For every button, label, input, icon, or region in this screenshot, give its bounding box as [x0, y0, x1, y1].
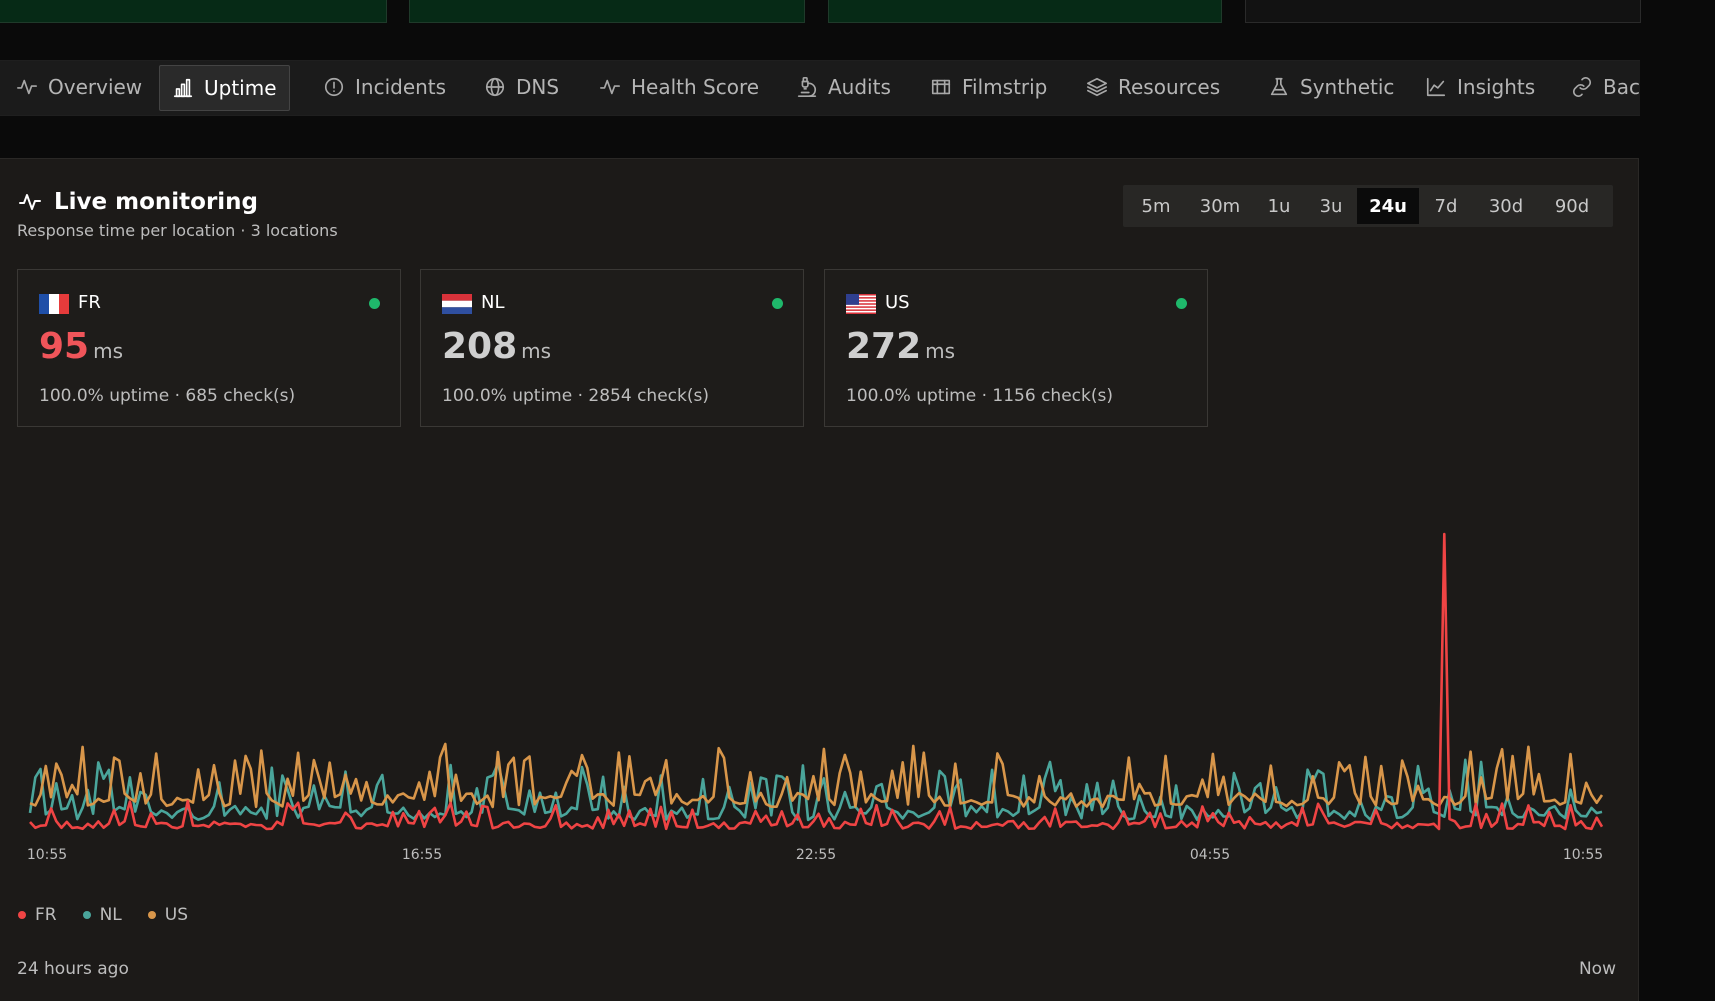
us-series-line — [29, 742, 1604, 809]
top-summary-cards — [0, 0, 1641, 24]
netherlands-flag-icon — [442, 294, 472, 314]
tab-health-score[interactable]: Health Score — [587, 65, 771, 109]
tab-uptime[interactable]: Uptime — [159, 65, 290, 111]
chart-end-label: Now — [1578, 959, 1616, 979]
live-monitoring-panel: Live monitoring Response time per locati… — [0, 158, 1639, 1001]
location-code: NL — [481, 292, 505, 313]
response-time-number: 272 — [846, 326, 922, 367]
tab-label: Health Score — [631, 75, 760, 99]
summary-card — [0, 0, 387, 23]
panel-title-text: Live monitoring — [54, 189, 259, 215]
range-7d[interactable]: 7d — [1419, 188, 1473, 224]
response-time-number: 95 — [39, 326, 90, 367]
range-30d[interactable]: 30d — [1473, 188, 1539, 224]
tab-label: Bac — [1603, 75, 1640, 99]
response-time-unit: ms — [925, 339, 956, 363]
legend-item-nl: NL — [82, 905, 122, 925]
status-dot — [369, 298, 380, 309]
location-card-fr[interactable]: FR 95 ms 100.0% uptime · 685 check(s) — [17, 269, 401, 427]
range-90d[interactable]: 90d — [1539, 188, 1605, 224]
line-chart-icon — [1426, 77, 1446, 97]
x-tick-label: 22:55 — [796, 847, 836, 863]
tab-label: Overview — [48, 75, 143, 99]
tab-label: Synthetic — [1300, 75, 1395, 99]
summary-card — [409, 0, 805, 23]
range-5m[interactable]: 5m — [1125, 188, 1187, 224]
legend-label: FR — [35, 905, 57, 925]
location-card-us[interactable]: US 272 ms 100.0% uptime · 1156 check(s) — [824, 269, 1208, 427]
uptime-meta: 100.0% uptime · 685 check(s) — [39, 386, 296, 406]
response-time-chart: 10:55 16:55 22:55 04:55 10:55 — [27, 532, 1604, 863]
panel-title: Live monitoring — [18, 189, 258, 215]
location-card-nl[interactable]: NL 208 ms 100.0% uptime · 2854 check(s) — [420, 269, 804, 427]
film-icon — [931, 79, 951, 95]
france-flag-icon — [39, 294, 69, 314]
legend-label: NL — [99, 905, 122, 925]
x-tick-label: 10:55 — [27, 847, 67, 863]
legend-label: US — [164, 905, 189, 925]
x-tick-label: 10:55 — [1563, 847, 1603, 863]
legend-item-us: US — [147, 905, 189, 925]
tab-insights[interactable]: Insights — [1413, 65, 1547, 109]
chart-legend: FR NL US — [18, 905, 188, 925]
tab-dns[interactable]: DNS — [472, 65, 571, 109]
summary-card — [828, 0, 1222, 23]
uptime-meta: 100.0% uptime · 1156 check(s) — [846, 386, 1113, 406]
response-time-value: 272 ms — [846, 326, 955, 367]
response-time-unit: ms — [93, 339, 124, 363]
tab-overview[interactable]: Overview — [4, 65, 154, 109]
tab-label: Filmstrip — [962, 75, 1048, 99]
uptime-meta: 100.0% uptime · 2854 check(s) — [442, 386, 709, 406]
globe-icon — [485, 77, 505, 97]
panel-subtitle: Response time per location · 3 locations — [17, 221, 338, 240]
tab-bar: Overview Uptime Incidents DNS Health Sco… — [0, 60, 1640, 116]
tab-label: DNS — [516, 75, 560, 99]
tab-incidents[interactable]: Incidents — [311, 65, 458, 109]
status-dot — [1176, 298, 1187, 309]
range-1u[interactable]: 1u — [1253, 188, 1305, 224]
legend-dot — [147, 911, 156, 919]
tab-synthetic[interactable]: Synthetic — [1256, 65, 1406, 109]
response-time-number: 208 — [442, 326, 518, 367]
tab-label: Incidents — [355, 75, 447, 99]
legend-dot — [82, 911, 91, 919]
x-tick-label: 16:55 — [402, 847, 442, 863]
flask-icon — [1270, 77, 1288, 96]
tab-resources[interactable]: Resources — [1074, 65, 1232, 109]
location-code: US — [885, 292, 910, 313]
tab-label: Insights — [1457, 75, 1536, 99]
legend-item-fr: FR — [18, 905, 57, 925]
location-code: FR — [78, 292, 101, 313]
link-icon — [1572, 77, 1592, 97]
tab-label: Resources — [1118, 75, 1221, 99]
x-tick-label: 04:55 — [1190, 847, 1230, 863]
activity-icon — [600, 79, 620, 95]
tab-label: Uptime — [204, 76, 277, 100]
time-range-selector: 5m 30m 1u 3u 24u 7d 30d 90d — [1123, 185, 1613, 227]
summary-card — [1245, 0, 1641, 23]
tab-label: Audits — [828, 75, 891, 99]
activity-icon — [19, 194, 41, 210]
legend-dot — [18, 911, 26, 919]
layers-icon — [1087, 77, 1107, 97]
range-24u[interactable]: 24u — [1357, 188, 1419, 224]
range-30m[interactable]: 30m — [1187, 188, 1253, 224]
response-time-unit: ms — [521, 339, 552, 363]
bar-chart-icon — [173, 78, 193, 98]
response-time-value: 95 ms — [39, 326, 123, 367]
alert-circle-icon — [324, 77, 344, 97]
tab-backlinks[interactable]: Bac — [1559, 65, 1640, 109]
tab-audits[interactable]: Audits — [784, 65, 903, 109]
response-time-value: 208 ms — [442, 326, 551, 367]
status-dot — [772, 298, 783, 309]
microscope-icon — [797, 77, 817, 97]
activity-icon — [17, 79, 37, 95]
tab-filmstrip[interactable]: Filmstrip — [918, 65, 1059, 109]
usa-flag-icon — [846, 294, 876, 314]
chart-start-label: 24 hours ago — [17, 959, 129, 979]
range-3u[interactable]: 3u — [1305, 188, 1357, 224]
